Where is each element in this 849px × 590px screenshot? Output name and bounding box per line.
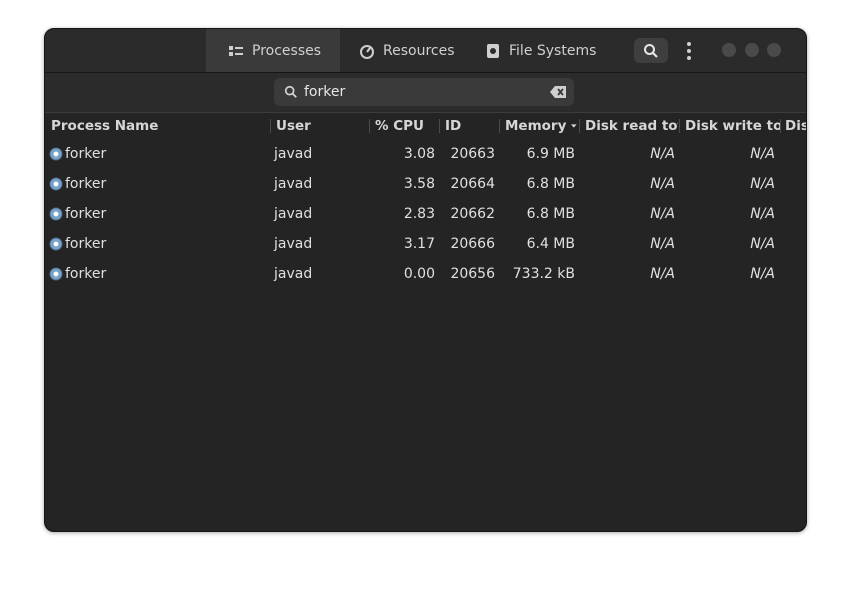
- system-monitor-window: Processes Resources File Systems forker: [44, 28, 807, 532]
- search-icon: [644, 43, 658, 58]
- column-separator: [270, 119, 271, 133]
- column-header-memory[interactable]: Memory: [505, 113, 577, 139]
- column-header-id[interactable]: ID: [445, 113, 497, 139]
- sort-descending-icon: [571, 124, 577, 128]
- disk-read-cell: N/A: [650, 236, 675, 252]
- process-name-cell: forker: [65, 176, 107, 192]
- memory-cell: 6.9 MB: [526, 146, 575, 162]
- disk-write-cell: N/A: [750, 206, 775, 222]
- resources-gauge-icon: [359, 43, 375, 59]
- user-cell: javad: [274, 176, 313, 192]
- id-cell: 20664: [450, 176, 495, 192]
- memory-cell: 6.4 MB: [526, 236, 575, 252]
- disk-read-cell: N/A: [650, 206, 675, 222]
- search-icon: [284, 85, 297, 98]
- process-name-cell: forker: [65, 206, 107, 222]
- user-cell: javad: [274, 146, 313, 162]
- menu-button[interactable]: [679, 39, 699, 63]
- column-header-disk-more[interactable]: Disk: [785, 113, 806, 139]
- table-row[interactable]: forker javad 3.17 20666 6.4 MB N/A N/A: [45, 229, 806, 259]
- tab-file-systems[interactable]: File Systems: [485, 29, 596, 72]
- id-cell: 20663: [450, 146, 495, 162]
- tab-label: File Systems: [509, 42, 597, 59]
- cpu-cell: 2.83: [403, 206, 435, 222]
- process-gear-icon: [49, 139, 63, 169]
- column-separator: [499, 119, 500, 133]
- user-cell: javad: [274, 206, 313, 222]
- search-input-value: forker: [304, 84, 346, 100]
- disk-write-cell: N/A: [750, 266, 775, 282]
- column-separator: [579, 119, 580, 133]
- disk-read-cell: N/A: [650, 266, 675, 282]
- memory-cell: 733.2 kB: [512, 266, 575, 282]
- vertical-dots-menu-icon: [687, 42, 691, 60]
- process-name-cell: forker: [65, 236, 107, 252]
- search-toggle-button[interactable]: [634, 38, 668, 63]
- column-header-label: Memory: [505, 118, 567, 134]
- id-cell: 20666: [450, 236, 495, 252]
- column-header-user[interactable]: User: [276, 113, 366, 139]
- column-header-cpu[interactable]: % CPU: [375, 113, 437, 139]
- cpu-cell: 3.17: [403, 236, 435, 252]
- disk-read-cell: N/A: [650, 146, 675, 162]
- process-name-cell: forker: [65, 146, 107, 162]
- memory-cell: 6.8 MB: [526, 176, 575, 192]
- cpu-cell: 0.00: [403, 266, 435, 282]
- process-gear-icon: [49, 169, 63, 199]
- maximize-button[interactable]: [745, 43, 759, 57]
- minimize-button[interactable]: [722, 43, 736, 57]
- search-bar: forker: [45, 73, 806, 113]
- column-separator: [679, 119, 680, 133]
- tab-resources[interactable]: Resources: [359, 29, 455, 72]
- header-bar: Processes Resources File Systems: [45, 29, 806, 73]
- column-separator: [780, 119, 781, 133]
- close-button[interactable]: [767, 43, 781, 57]
- table-row[interactable]: forker javad 3.08 20663 6.9 MB N/A N/A: [45, 139, 806, 169]
- cpu-cell: 3.08: [403, 146, 435, 162]
- column-header-row: Process Name User % CPU ID Memory Disk r…: [45, 113, 806, 139]
- table-row[interactable]: forker javad 0.00 20656 733.2 kB N/A N/A: [45, 259, 806, 289]
- table-row[interactable]: forker javad 3.58 20664 6.8 MB N/A N/A: [45, 169, 806, 199]
- column-header-disk-read[interactable]: Disk read total: [585, 113, 678, 139]
- id-cell: 20656: [450, 266, 495, 282]
- process-gear-icon: [49, 229, 63, 259]
- tab-label: Resources: [383, 42, 455, 59]
- user-cell: javad: [274, 236, 313, 252]
- cpu-cell: 3.58: [403, 176, 435, 192]
- disk-read-cell: N/A: [650, 176, 675, 192]
- column-separator: [439, 119, 440, 133]
- tab-label: Processes: [252, 42, 322, 59]
- column-separator: [369, 119, 370, 133]
- tab-processes[interactable]: Processes: [206, 29, 340, 72]
- disk-write-cell: N/A: [750, 176, 775, 192]
- disk-write-cell: N/A: [750, 146, 775, 162]
- search-input[interactable]: forker: [274, 78, 574, 106]
- process-gear-icon: [49, 199, 63, 229]
- disk-write-cell: N/A: [750, 236, 775, 252]
- process-gear-icon: [49, 259, 63, 289]
- table-row[interactable]: forker javad 2.83 20662 6.8 MB N/A N/A: [45, 199, 806, 229]
- id-cell: 20662: [450, 206, 495, 222]
- memory-cell: 6.8 MB: [526, 206, 575, 222]
- processes-list-icon: [228, 43, 244, 59]
- clear-search-icon[interactable]: [550, 86, 566, 98]
- process-name-cell: forker: [65, 266, 107, 282]
- user-cell: javad: [274, 266, 313, 282]
- file-systems-disk-icon: [485, 43, 501, 59]
- column-header-disk-write[interactable]: Disk write total: [685, 113, 780, 139]
- column-header-process-name[interactable]: Process Name: [51, 113, 266, 139]
